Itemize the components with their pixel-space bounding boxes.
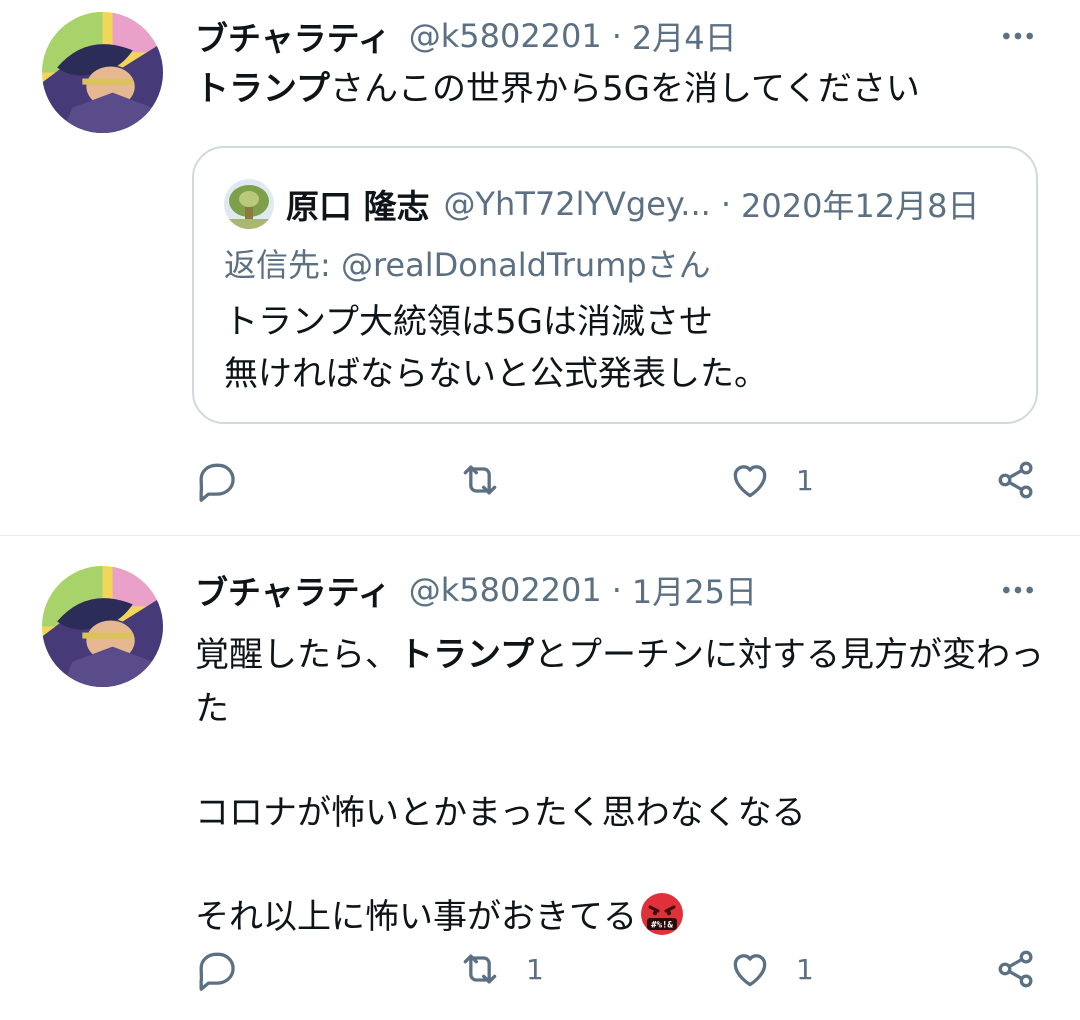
share-icon [998, 461, 1033, 499]
text-bold: トランプ [399, 635, 534, 675]
quote-header: 原口 隆志 @YhT72lYVgey... · 2020年12月8日 [224, 176, 1006, 232]
heart-icon [733, 954, 767, 987]
share-button[interactable] [994, 941, 1038, 997]
retweet-icon [463, 954, 497, 984]
tweet-header: ブチャラティ @k5802201 · 2月4日 [195, 12, 1050, 60]
quoted-tweet[interactable]: 原口 隆志 @YhT72lYVgey... · 2020年12月8日 返信先: … [192, 146, 1038, 424]
paragraph: コロナが怖いとかまったく思わなくなる [195, 793, 806, 833]
quote-avatar [224, 179, 274, 229]
like-button[interactable]: 1 [728, 452, 814, 508]
reply-bubble-icon [199, 952, 235, 991]
author-handle[interactable]: @k5802201 [409, 571, 602, 609]
author-name[interactable]: ブチャラティ [195, 12, 391, 60]
tweet[interactable]: ブチャラティ @k5802201 · 1月25日 覚醒したら、トランプとプーチン… [0, 536, 1080, 1020]
paragraph: 覚醒したら、トランプとプーチンに対する見方が変わった [195, 628, 1050, 736]
quote-line: 無ければならないと公式発表した。 [224, 354, 768, 394]
more-horizontal-icon[interactable] [998, 566, 1038, 614]
heart-icon [733, 465, 767, 498]
retweet-button[interactable] [458, 452, 526, 508]
quote-text: トランプ大統領は5Gは消滅させ 無ければならないと公式発表した。 [224, 296, 768, 400]
tweet-text: トランプさんこの世界から5Gを消してください [195, 62, 1050, 116]
text-bold: トランプ [195, 69, 330, 109]
tweet-date[interactable]: 2月4日 [632, 13, 737, 59]
tweet-header: ブチャラティ @k5802201 · 1月25日 [195, 566, 1050, 614]
author-handle[interactable]: @k5802201 [409, 17, 602, 55]
tweet-text: 覚醒したら、トランプとプーチンに対する見方が変わった コロナが怖いとかまったく思… [195, 628, 1050, 944]
action-bar: 1 [0, 452, 1080, 508]
cursing-face-emoji: #%!& [641, 893, 683, 935]
separator: · [611, 571, 622, 609]
separator: · [720, 185, 731, 223]
reply-button[interactable] [192, 941, 260, 997]
separator: · [611, 17, 622, 55]
reply-button[interactable] [192, 452, 260, 508]
avatar[interactable] [42, 12, 163, 133]
retweet-button[interactable]: 1 [458, 941, 544, 997]
like-count: 1 [796, 952, 814, 986]
retweet-count: 1 [526, 952, 544, 986]
avatar[interactable] [42, 566, 163, 687]
retweet-icon [463, 465, 497, 495]
quote-author-name: 原口 隆志 [286, 187, 430, 226]
quote-line: トランプ大統領は5Gは消滅させ [224, 302, 713, 342]
more-horizontal-icon[interactable] [998, 12, 1038, 60]
quote-author-handle: @YhT72lYVgey... [443, 185, 711, 223]
text-span: 覚醒したら、 [195, 635, 399, 675]
like-button[interactable]: 1 [728, 941, 814, 997]
text-span: さんこの世界から5Gを消してください [329, 69, 920, 109]
quote-reply-to: 返信先: @realDonaldTrumpさん [224, 246, 711, 284]
tweet[interactable]: ブチャラティ @k5802201 · 2月4日 トランプさんこの世界から5Gを消… [0, 0, 1080, 535]
share-button[interactable] [994, 452, 1038, 508]
tweet-date[interactable]: 1月25日 [632, 567, 757, 613]
share-icon [998, 950, 1033, 988]
action-bar: 1 1 [0, 941, 1080, 997]
quote-date: 2020年12月8日 [740, 187, 980, 225]
author-name[interactable]: ブチャラティ [195, 566, 391, 614]
like-count: 1 [796, 463, 814, 497]
text-span: それ以上に怖い事がおきてる [195, 897, 637, 937]
emoji-symbols: #%!& [651, 921, 673, 931]
paragraph: それ以上に怖い事がおきてる #%!& [195, 890, 1050, 944]
reply-bubble-icon [199, 463, 235, 502]
